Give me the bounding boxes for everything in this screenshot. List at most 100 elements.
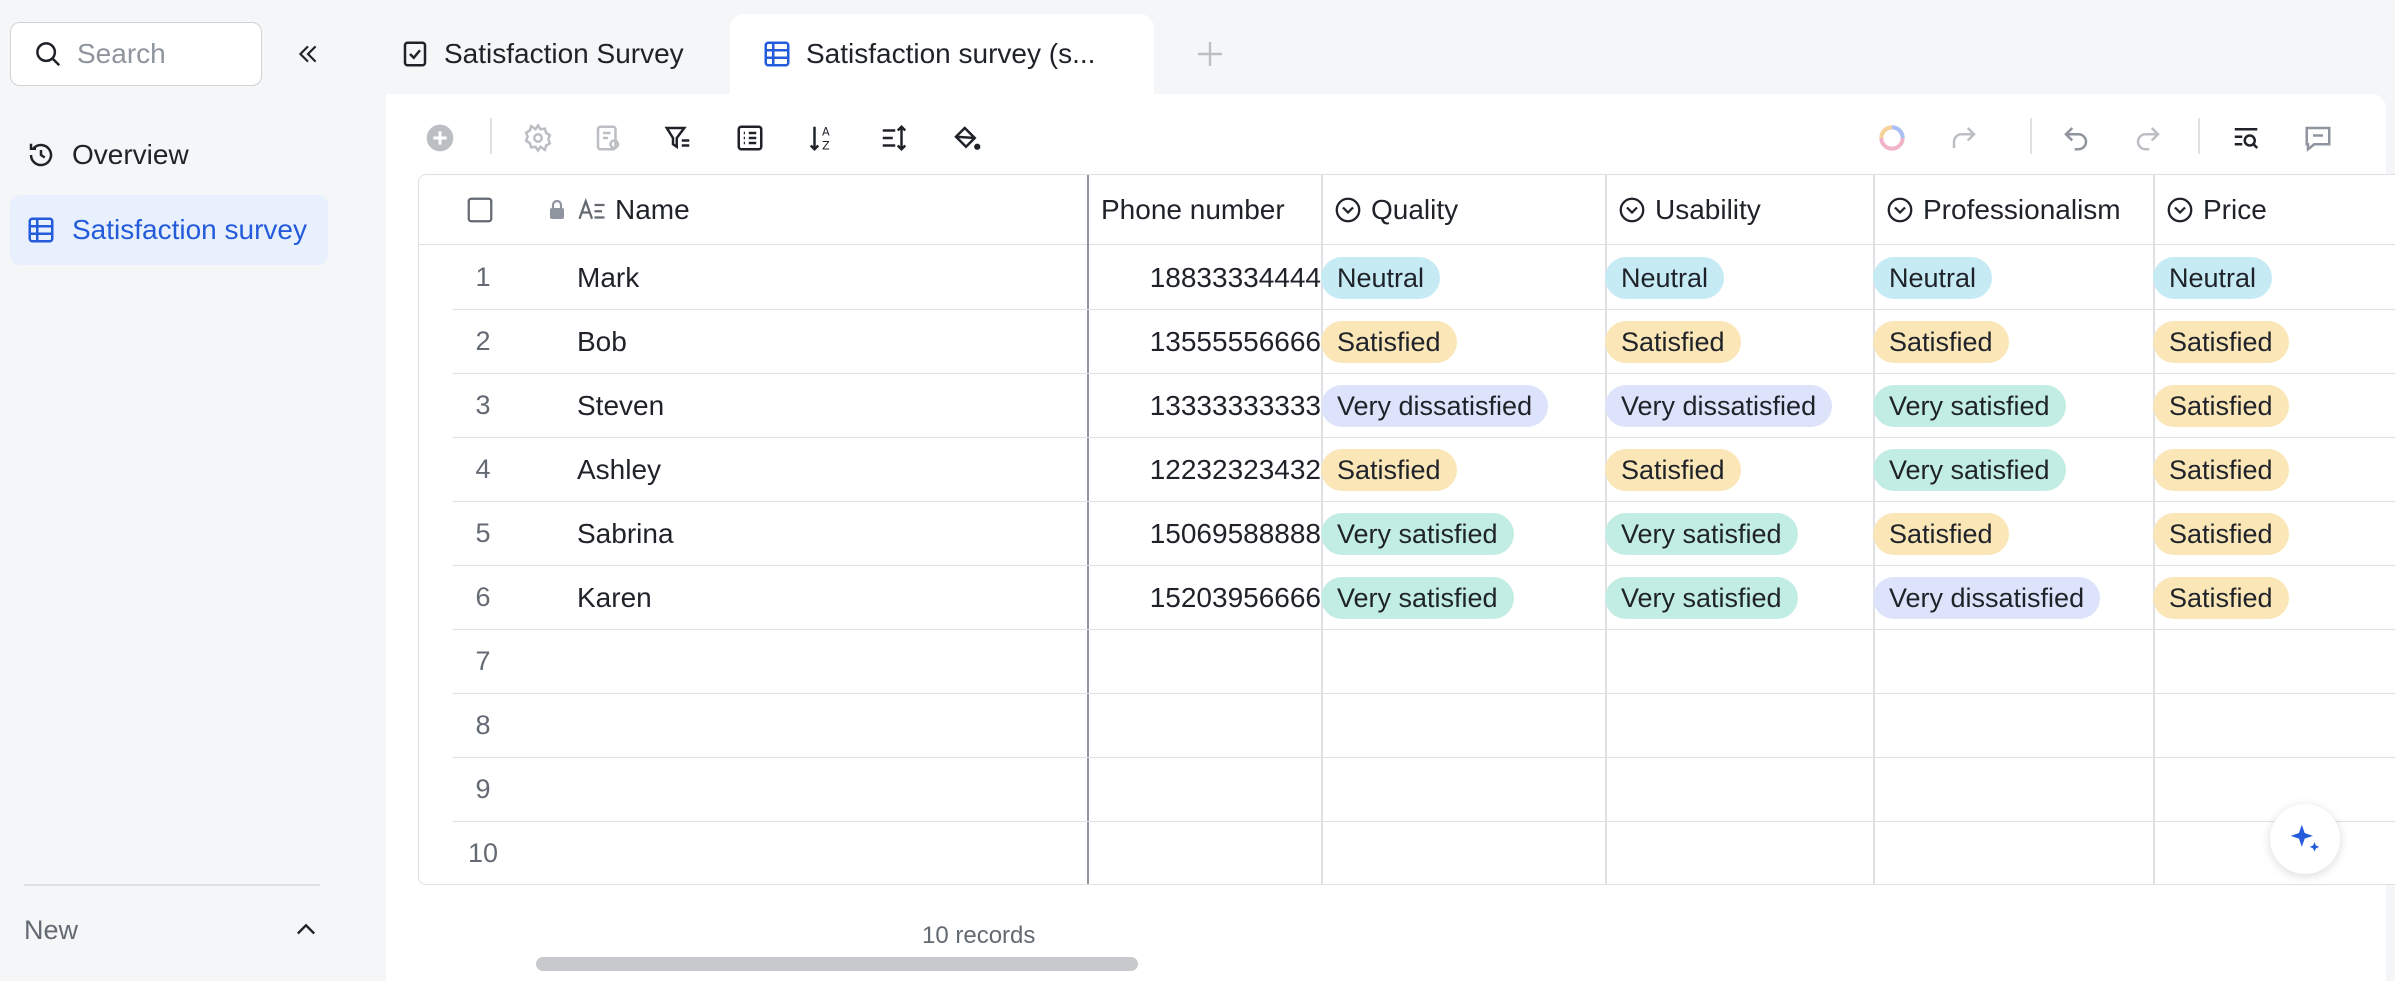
column-header-usability[interactable]: Usability — [1617, 175, 1761, 245]
table-row[interactable]: 9 — [453, 758, 2395, 822]
cell-price[interactable]: Neutral — [2153, 246, 2273, 309]
cell-professionalism[interactable]: Satisfied — [1873, 502, 2009, 565]
column-label: Usability — [1655, 194, 1761, 225]
cell-price[interactable]: Satisfied — [2153, 374, 2289, 437]
cell-phone[interactable]: 13333333333 — [1107, 374, 1329, 437]
cell-quality[interactable]: Neutral — [1321, 246, 1441, 309]
cell-usability[interactable]: Very satisfied — [1605, 566, 1798, 629]
cell-phone[interactable]: 18833334444 — [1107, 246, 1329, 309]
sidebar-item-overview[interactable]: Overview — [10, 120, 328, 190]
table-row[interactable]: 4 Ashley 12232323432 Satisfied Satisfied Very… — [453, 438, 2395, 502]
cell-name[interactable]: Karen — [577, 566, 652, 629]
column-header-professionalism[interactable]: Professionalism — [1885, 175, 2121, 245]
row-height-button[interactable] — [872, 116, 916, 160]
undo-button[interactable] — [2054, 116, 2098, 160]
search-box[interactable] — [10, 22, 262, 86]
collapse-sidebar-button[interactable] — [290, 36, 326, 72]
single-select-icon — [1619, 197, 1645, 223]
cell-phone[interactable] — [1107, 694, 1329, 757]
cell-usability[interactable]: Satisfied — [1605, 310, 1741, 373]
option-tag: Satisfied — [2153, 576, 2289, 619]
checkbox-icon — [467, 197, 493, 223]
form-check-icon — [403, 41, 427, 67]
cell-usability[interactable]: Very satisfied — [1605, 502, 1798, 565]
tab-satisfaction-survey-table[interactable]: Satisfaction survey (s... — [730, 14, 1154, 94]
table-row[interactable]: 8 — [453, 694, 2395, 758]
table-row[interactable]: 10 — [453, 822, 2395, 884]
cell-phone[interactable] — [1107, 630, 1329, 693]
cell-professionalism[interactable]: Very satisfied — [1873, 374, 2066, 437]
column-header-price[interactable]: Price — [2165, 175, 2267, 245]
comments-button[interactable] — [2296, 116, 2340, 160]
row-number: 3 — [475, 390, 491, 420]
cell-price[interactable]: Satisfied — [2153, 502, 2289, 565]
column-label: Quality — [1371, 194, 1459, 225]
search-records-button[interactable] — [2224, 116, 2268, 160]
table-row[interactable]: 3 Steven 13333333333 Very dissatisfied Very … — [453, 374, 2395, 438]
tab-label: Satisfaction survey (s... — [806, 38, 1096, 69]
cell-price[interactable]: Satisfied — [2153, 566, 2289, 629]
cell-quality[interactable]: Satisfied — [1321, 438, 1457, 501]
cell-quality[interactable]: Very satisfied — [1321, 502, 1514, 565]
cell-professionalism[interactable]: Very satisfied — [1873, 438, 2066, 501]
cell-name[interactable]: Sabrina — [577, 502, 674, 565]
field-list-button[interactable] — [728, 116, 772, 160]
table-row[interactable]: 1 Mark 18833334444 Neutral Neutral Neutral Neu… — [453, 246, 2395, 310]
sort-button[interactable]: AZ — [800, 116, 844, 160]
cell-name[interactable]: Steven — [577, 374, 664, 437]
form-settings-button[interactable] — [586, 116, 630, 160]
cell-usability[interactable]: Neutral — [1605, 246, 1725, 309]
search-input[interactable] — [77, 38, 247, 70]
redo-icon — [2136, 127, 2160, 151]
ai-assist-button[interactable] — [2270, 804, 2340, 874]
new-section-toggle[interactable]: New — [24, 904, 320, 956]
horizontal-scrollbar[interactable] — [536, 957, 1138, 971]
option-tag: Satisfied — [2153, 320, 2289, 363]
cell-quality[interactable]: Very satisfied — [1321, 566, 1514, 629]
table-row[interactable]: 7 — [453, 630, 2395, 694]
cell-usability[interactable]: Satisfied — [1605, 438, 1741, 501]
settings-button[interactable] — [516, 116, 560, 160]
cell-professionalism[interactable]: Very dissatisfied — [1873, 566, 2101, 629]
cell-phone[interactable] — [1107, 758, 1329, 821]
cell-professionalism[interactable]: Satisfied — [1873, 310, 2009, 373]
sparkle-icon — [2290, 824, 2320, 852]
tab-label: Satisfaction Survey — [444, 38, 684, 69]
share-button[interactable] — [1942, 116, 1986, 160]
option-tag: Very satisfied — [1321, 512, 1514, 555]
select-all-checkbox[interactable] — [465, 175, 503, 245]
ai-assistant-button[interactable] — [1870, 116, 1914, 160]
cell-phone[interactable] — [1107, 822, 1329, 884]
redo-button[interactable] — [2126, 116, 2170, 160]
fill-color-button[interactable] — [944, 116, 988, 160]
sidebar-item-satisfaction-survey[interactable]: Satisfaction survey — [10, 195, 328, 265]
table-row[interactable]: 6 Karen 15203956666 Very satisfied Very sati… — [453, 566, 2395, 630]
cell-phone[interactable]: 12232323432 — [1107, 438, 1329, 501]
column-header-phone[interactable]: Phone number — [1101, 175, 1285, 245]
cell-name[interactable]: Bob — [577, 310, 627, 373]
column-header-name[interactable]: Name — [545, 175, 690, 245]
cell-name[interactable]: Ashley — [577, 438, 661, 501]
option-tag: Very satisfied — [1873, 448, 2066, 491]
cell-quality[interactable]: Very dissatisfied — [1321, 374, 1549, 437]
cell-price[interactable]: Satisfied — [2153, 438, 2289, 501]
add-record-button[interactable] — [418, 116, 462, 160]
column-header-quality[interactable]: Quality — [1333, 175, 1458, 245]
cell-professionalism[interactable]: Neutral — [1873, 246, 1993, 309]
option-tag: Neutral — [1605, 256, 1725, 299]
cell-phone[interactable]: 15203956666 — [1107, 566, 1329, 629]
cell-quality[interactable]: Satisfied — [1321, 310, 1457, 373]
table-row[interactable]: 2 Bob 13555556666 Satisfied Satisfied Satisfi… — [453, 310, 2395, 374]
option-tag: Satisfied — [1321, 448, 1457, 491]
row-number: 10 — [467, 838, 499, 868]
svg-text:Z: Z — [822, 139, 830, 152]
add-tab-button[interactable] — [1190, 34, 1230, 74]
cell-usability[interactable]: Very dissatisfied — [1605, 374, 1833, 437]
cell-price[interactable]: Satisfied — [2153, 310, 2289, 373]
cell-phone[interactable]: 15069588888 — [1107, 502, 1329, 565]
cell-phone[interactable]: 13555556666 — [1107, 310, 1329, 373]
cell-name[interactable]: Mark — [577, 246, 639, 309]
table-row[interactable]: 5 Sabrina 15069588888 Very satisfied Very sa… — [453, 502, 2395, 566]
filter-button[interactable] — [656, 116, 700, 160]
tab-satisfaction-survey-form[interactable]: Satisfaction Survey — [400, 14, 720, 94]
